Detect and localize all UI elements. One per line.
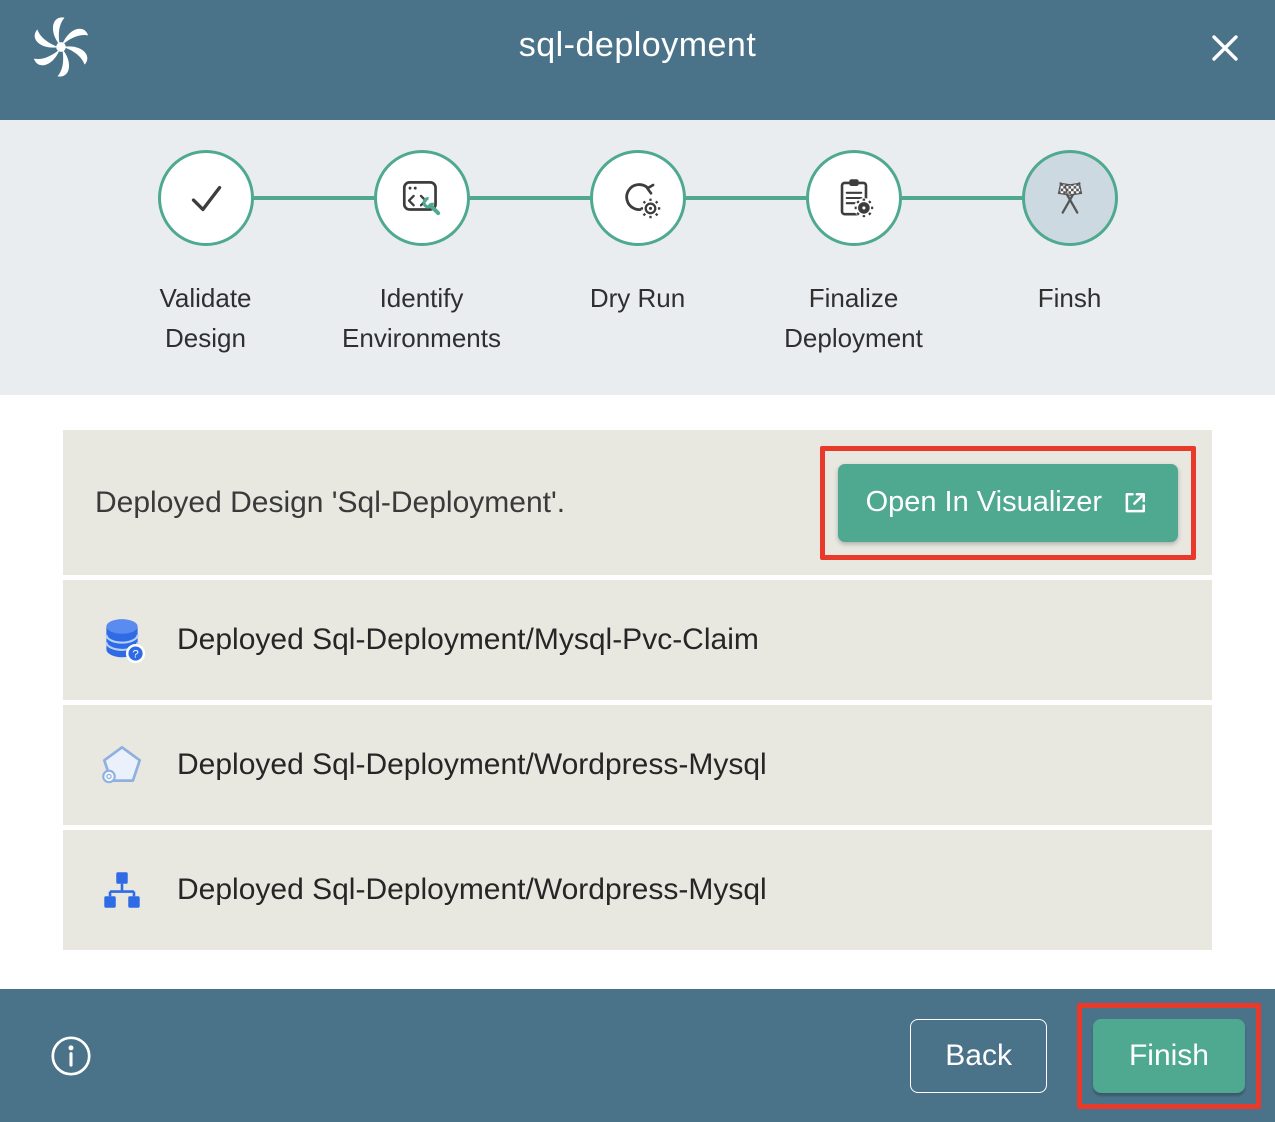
step-label: Validate Design xyxy=(118,278,294,358)
annotation-highlight-finish: Finish xyxy=(1077,1003,1261,1109)
step-circle xyxy=(590,150,686,246)
result-row-pvc: ? Deployed Sql-Deployment/Mysql-Pvc-Clai… xyxy=(63,580,1212,700)
result-row-wordpress-mysql-1: Deployed Sql-Deployment/Wordpress-Mysql xyxy=(63,705,1212,825)
finish-flags-icon xyxy=(1045,173,1095,223)
step-finish: Finsh xyxy=(962,150,1178,358)
step-label: Identify Environments xyxy=(334,278,510,358)
step-circle xyxy=(374,150,470,246)
modal-header: sql-deployment xyxy=(0,0,1275,120)
step-validate-design: Validate Design xyxy=(98,150,314,358)
step-circle xyxy=(806,150,902,246)
check-icon xyxy=(181,173,231,223)
design-result-row: Deployed Design 'Sql-Deployment'. Open I… xyxy=(63,430,1212,575)
pentagon-icon xyxy=(97,740,147,790)
step-circle xyxy=(1022,150,1118,246)
external-link-icon xyxy=(1120,488,1150,518)
back-button[interactable]: Back xyxy=(910,1019,1047,1093)
step-finalize-deployment: Finalize Deployment xyxy=(746,150,962,358)
open-in-visualizer-button[interactable]: Open In Visualizer xyxy=(838,464,1178,542)
step-label: Finsh xyxy=(1038,278,1102,318)
code-wrench-icon xyxy=(397,173,447,223)
step-dry-run: Dry Run xyxy=(530,150,746,358)
modal-footer: Back Finish xyxy=(0,989,1275,1122)
clipboard-gear-icon xyxy=(829,173,879,223)
info-icon xyxy=(48,1033,94,1079)
design-deployed-text: Deployed Design 'Sql-Deployment'. xyxy=(95,486,565,520)
deployment-stepper: Validate Design Identify Environm xyxy=(0,120,1275,395)
step-identify-environments: Identify Environments xyxy=(314,150,530,358)
info-button[interactable] xyxy=(48,1033,94,1079)
result-text: Deployed Sql-Deployment/Wordpress-Mysql xyxy=(177,748,767,782)
database-icon: ? xyxy=(97,615,147,665)
result-row-wordpress-mysql-2: Deployed Sql-Deployment/Wordpress-Mysql xyxy=(63,830,1212,950)
finish-button[interactable]: Finish xyxy=(1093,1019,1245,1093)
annotation-highlight-visualizer: Open In Visualizer xyxy=(820,446,1196,560)
close-icon xyxy=(1207,30,1243,66)
sync-gear-icon xyxy=(613,173,663,223)
svg-text:?: ? xyxy=(132,649,138,661)
deployment-results: Deployed Design 'Sql-Deployment'. Open I… xyxy=(0,395,1275,989)
meshery-logo-icon xyxy=(30,16,92,78)
deployment-wizard-modal: sql-deployment Validate Design xyxy=(0,0,1275,1122)
result-text: Deployed Sql-Deployment/Mysql-Pvc-Claim xyxy=(177,623,759,657)
result-text: Deployed Sql-Deployment/Wordpress-Mysql xyxy=(177,873,767,907)
step-circle xyxy=(158,150,254,246)
hierarchy-icon xyxy=(97,865,147,915)
modal-title: sql-deployment xyxy=(519,14,757,76)
step-label: Finalize Deployment xyxy=(766,278,942,358)
close-button[interactable] xyxy=(1205,28,1245,68)
step-label: Dry Run xyxy=(590,278,685,318)
open-in-visualizer-label: Open In Visualizer xyxy=(866,486,1102,519)
